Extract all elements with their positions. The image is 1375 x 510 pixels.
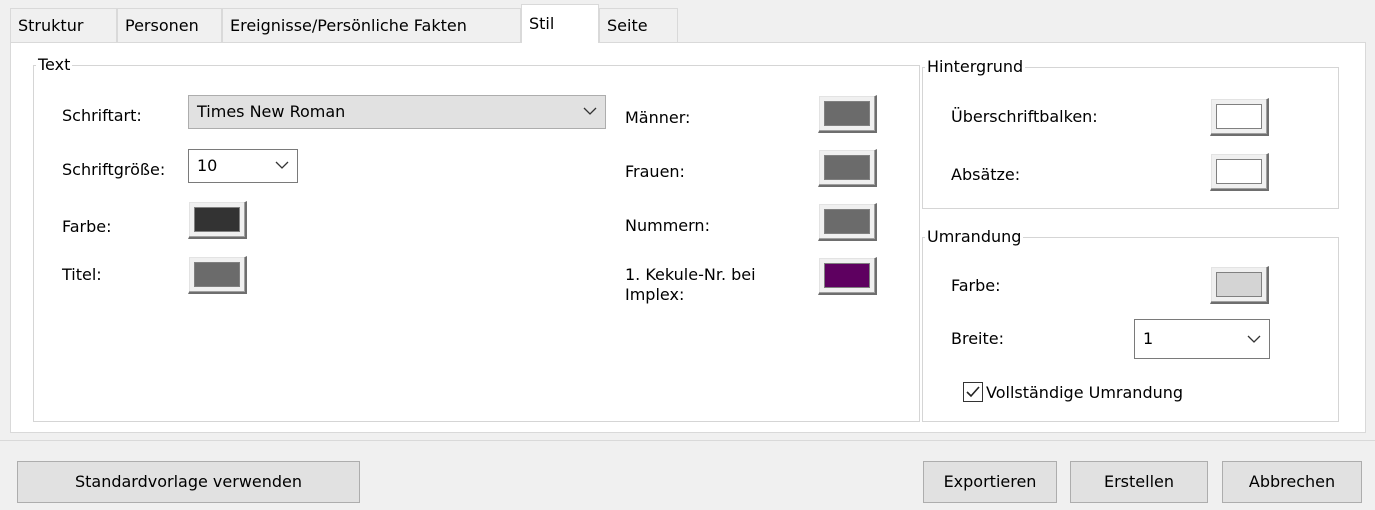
border-color-label: Farbe: (951, 276, 1001, 295)
background-group-title: Hintergrund (925, 56, 1026, 78)
men-color-swatch (824, 101, 870, 126)
header-bar-color-swatch (1216, 104, 1262, 129)
full-border-label: Vollständige Umrandung (986, 383, 1184, 402)
header-bar-color-button[interactable] (1210, 98, 1269, 136)
kekule-color-button[interactable] (818, 257, 877, 295)
numbers-label: Nummern: (625, 216, 710, 235)
numbers-color-swatch (824, 209, 870, 234)
title-color-swatch (194, 262, 240, 287)
text-color-button[interactable] (188, 201, 247, 239)
font-size-label: Schriftgröße: (62, 160, 166, 179)
kekule-color-swatch (824, 263, 870, 288)
tab-seite[interactable]: Seite (599, 8, 678, 42)
checkmark-icon (966, 386, 980, 398)
text-color-swatch (194, 207, 240, 232)
cancel-button[interactable]: Abbrechen (1222, 461, 1362, 503)
men-color-button[interactable] (818, 95, 877, 133)
export-button[interactable]: Exportieren (923, 461, 1057, 503)
border-color-button[interactable] (1210, 266, 1269, 304)
tab-stil[interactable]: Stil (521, 4, 599, 43)
font-size-value: 10 (197, 156, 218, 175)
chevron-down-icon (1247, 335, 1261, 343)
women-color-button[interactable] (818, 149, 877, 187)
kekule-label-line2: Implex: (625, 285, 685, 304)
border-color-swatch (1216, 272, 1262, 297)
font-size-select[interactable]: 10 (188, 149, 298, 183)
text-group: Text Schriftart: Times New Roman Schrift… (33, 54, 920, 422)
women-color-swatch (824, 155, 870, 180)
font-select[interactable]: Times New Roman (188, 95, 606, 129)
use-default-template-button[interactable]: Standardvorlage verwenden (17, 461, 360, 503)
border-group: Umrandung Farbe: Breite: 1 Vollständige … (922, 226, 1339, 422)
numbers-color-button[interactable] (818, 203, 877, 241)
separator (0, 440, 1375, 441)
text-color-label: Farbe: (62, 217, 112, 236)
border-group-title: Umrandung (925, 226, 1024, 248)
background-group: Hintergrund Überschriftbalken: Absätze: (922, 56, 1339, 209)
create-button[interactable]: Erstellen (1070, 461, 1208, 503)
title-color-label: Titel: (62, 265, 102, 284)
paragraph-color-swatch (1216, 159, 1262, 184)
text-group-title: Text (36, 54, 73, 76)
font-select-value: Times New Roman (197, 102, 346, 121)
tab-personen[interactable]: Personen (117, 8, 222, 42)
kekule-label-line1: 1. Kekule-Nr. bei (625, 265, 756, 284)
tab-ereignisse[interactable]: Ereignisse/Persönliche Fakten (222, 8, 521, 42)
tab-page-stil: Text Schriftart: Times New Roman Schrift… (10, 42, 1366, 433)
header-bar-label: Überschriftbalken: (951, 107, 1098, 126)
title-color-button[interactable] (188, 256, 247, 294)
paragraph-color-button[interactable] (1210, 153, 1269, 191)
chevron-down-icon (583, 107, 597, 115)
women-label: Frauen: (625, 162, 685, 181)
border-width-value: 1 (1143, 329, 1154, 348)
font-label: Schriftart: (62, 106, 142, 125)
tab-struktur[interactable]: Struktur (10, 8, 117, 42)
paragraph-label: Absätze: (951, 165, 1021, 184)
border-width-select[interactable]: 1 (1134, 319, 1270, 359)
men-label: Männer: (625, 108, 691, 127)
full-border-checkbox[interactable] (963, 382, 983, 402)
border-width-label: Breite: (951, 329, 1004, 348)
chevron-down-icon (275, 161, 289, 169)
